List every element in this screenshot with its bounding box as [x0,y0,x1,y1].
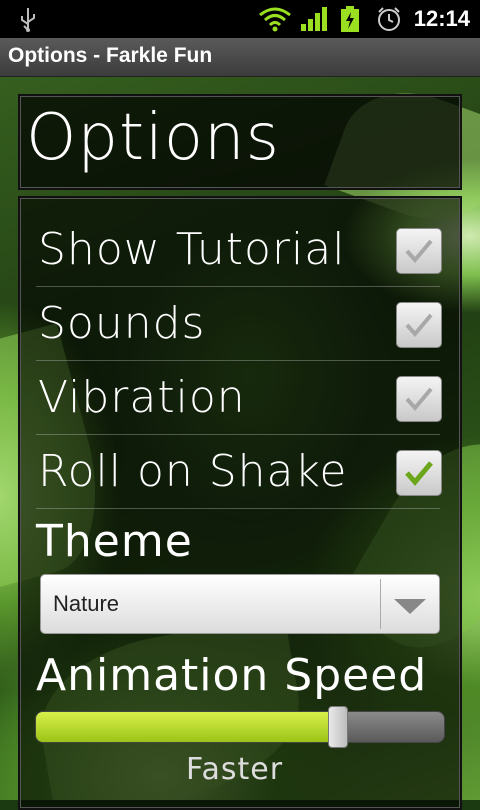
option-label: Show Tutorial [38,224,346,275]
usb-icon [21,8,35,32]
slider-fill [36,712,338,742]
option-label: Sounds [38,298,206,349]
checkmark-icon [405,313,433,338]
theme-selected-value: Nature [53,591,120,616]
page-title: Options [26,101,280,175]
sounds-checkbox[interactable] [396,302,442,348]
animation-speed-label: Animation Speed [36,650,428,701]
status-time: 12:14 [413,6,470,31]
wifi-icon [259,7,291,32]
theme-select[interactable]: Nature [40,574,440,634]
window-title: Options - Farkle Fun [8,44,213,67]
signal-icon [301,7,327,31]
option-label: Vibration [38,372,246,423]
status-bar: 12:14 [0,0,480,38]
vibration-checkbox[interactable] [396,376,442,422]
chevron-down-icon [394,599,426,614]
animation-speed-value: Faster [186,752,284,787]
option-row-show-tutorial[interactable]: Show Tutorial [36,212,442,287]
slider-thumb[interactable] [328,706,348,748]
checkmark-icon [405,239,433,264]
option-row-vibration[interactable]: Vibration [36,360,442,435]
header-panel: Options [18,94,462,190]
checkmark-icon [405,387,433,412]
roll-on-shake-checkbox[interactable] [396,450,442,496]
option-row-roll-on-shake[interactable]: Roll on Shake [36,434,442,509]
alarm-icon [378,7,400,31]
animation-speed-slider[interactable] [35,711,445,743]
battery-charging-icon [341,6,359,32]
app-titlebar: Options - Farkle Fun [0,38,480,77]
theme-label: Theme [36,516,193,567]
show-tutorial-checkbox[interactable] [396,228,442,274]
option-row-sounds[interactable]: Sounds [36,286,442,361]
option-label: Roll on Shake [38,446,348,497]
checkmark-icon [405,461,433,486]
select-divider [380,579,381,629]
